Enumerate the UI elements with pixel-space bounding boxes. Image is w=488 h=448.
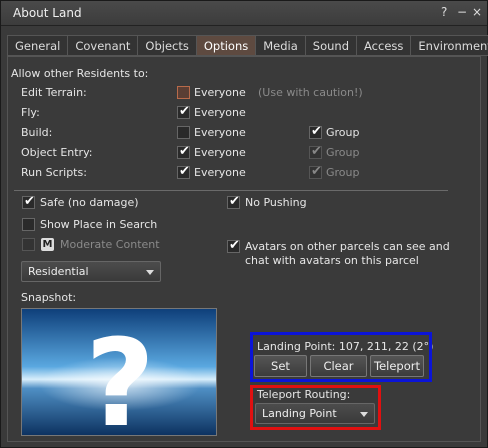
land-category-value: Residential: [28, 265, 89, 278]
checkmark-icon: ✔: [229, 194, 240, 209]
no-pushing-label: No Pushing: [245, 196, 307, 209]
run-scripts-label: Run Scripts:: [21, 166, 87, 179]
object-entry-label: Object Entry:: [21, 146, 93, 159]
build-group-label: Group: [326, 126, 360, 139]
build-group-checkbox[interactable]: ✔: [309, 124, 322, 139]
edit-terrain-everyone-label: Everyone: [194, 86, 246, 99]
run-scripts-group-label: Group: [326, 166, 360, 179]
about-land-window: About Land ? − × General Covenant Object…: [0, 0, 488, 448]
question-mark-image-icon: ?: [22, 309, 216, 436]
run-scripts-everyone-label: Everyone: [194, 166, 246, 179]
divider: [14, 190, 448, 191]
checkmark-icon: ✔: [311, 124, 322, 139]
object-entry-everyone-label: Everyone: [194, 146, 246, 159]
avatars-see-chat-label-line1: Avatars on other parcels can see and: [245, 240, 450, 253]
title-bar[interactable]: About Land ? − ×: [1, 1, 487, 26]
checkmark-icon: ✔: [179, 104, 190, 119]
safe-label: Safe (no damage): [40, 196, 139, 209]
chevron-down-icon: [146, 270, 154, 275]
snapshot-placeholder-text: ?: [85, 315, 155, 436]
edit-terrain-everyone-checkbox[interactable]: [177, 86, 190, 99]
checkmark-icon: ✔: [179, 144, 190, 159]
tab-media[interactable]: Media: [255, 35, 305, 56]
object-entry-group-label: Group: [326, 146, 360, 159]
build-label: Build:: [21, 126, 53, 139]
maturity-moderate-icon: M: [41, 238, 54, 251]
checkmark-icon: ✔: [179, 164, 190, 179]
avatars-see-chat-checkbox[interactable]: ✔: [227, 238, 240, 253]
checkmark-icon: ✔: [24, 194, 35, 209]
tab-access[interactable]: Access: [356, 35, 411, 56]
tab-covenant[interactable]: Covenant: [67, 35, 138, 56]
object-entry-group-checkbox: ✔: [309, 144, 322, 159]
show-place-label: Show Place in Search: [40, 218, 158, 231]
teleport-routing-highlight: [250, 385, 381, 430]
tab-general[interactable]: General: [7, 35, 68, 56]
avatars-see-chat-label-line2: chat with avatars on this parcel: [245, 254, 419, 267]
allow-heading: Allow other Residents to:: [11, 67, 149, 80]
edit-terrain-label: Edit Terrain:: [21, 86, 87, 99]
tab-sound[interactable]: Sound: [304, 35, 357, 56]
window-title: About Land: [13, 6, 82, 20]
help-icon[interactable]: ?: [441, 5, 447, 19]
tab-objects[interactable]: Objects: [137, 35, 196, 56]
run-scripts-group-checkbox: ✔: [309, 164, 322, 179]
no-pushing-checkbox[interactable]: ✔: [227, 194, 240, 209]
checkmark-icon: ✔: [311, 144, 322, 159]
build-everyone-label: Everyone: [194, 126, 246, 139]
snapshot-label: Snapshot:: [21, 291, 77, 304]
tab-bar: General Covenant Objects Options Media S…: [7, 35, 488, 56]
caution-note: (Use with caution!): [258, 86, 363, 99]
object-entry-everyone-checkbox[interactable]: ✔: [177, 144, 190, 159]
snapshot-image[interactable]: ?: [21, 308, 217, 436]
fly-everyone-checkbox[interactable]: ✔: [177, 104, 190, 119]
landing-point-highlight: [250, 332, 432, 382]
show-place-checkbox[interactable]: [22, 218, 35, 231]
tab-environment[interactable]: Environment: [410, 35, 488, 56]
land-category-dropdown[interactable]: Residential: [21, 261, 161, 282]
safe-checkbox[interactable]: ✔: [22, 194, 35, 209]
minimize-icon[interactable]: −: [457, 5, 467, 19]
fly-everyone-label: Everyone: [194, 106, 246, 119]
moderate-content-checkbox: [22, 238, 35, 251]
build-everyone-checkbox[interactable]: [177, 126, 190, 139]
fly-label: Fly:: [21, 106, 40, 119]
tab-options[interactable]: Options: [195, 35, 256, 56]
checkmark-icon: ✔: [311, 164, 322, 179]
run-scripts-everyone-checkbox[interactable]: ✔: [177, 164, 190, 179]
options-panel: Allow other Residents to: Edit Terrain: …: [7, 56, 481, 442]
moderate-content-label: Moderate Content: [60, 238, 160, 251]
checkmark-icon: ✔: [229, 238, 240, 253]
close-icon[interactable]: ×: [472, 5, 482, 19]
